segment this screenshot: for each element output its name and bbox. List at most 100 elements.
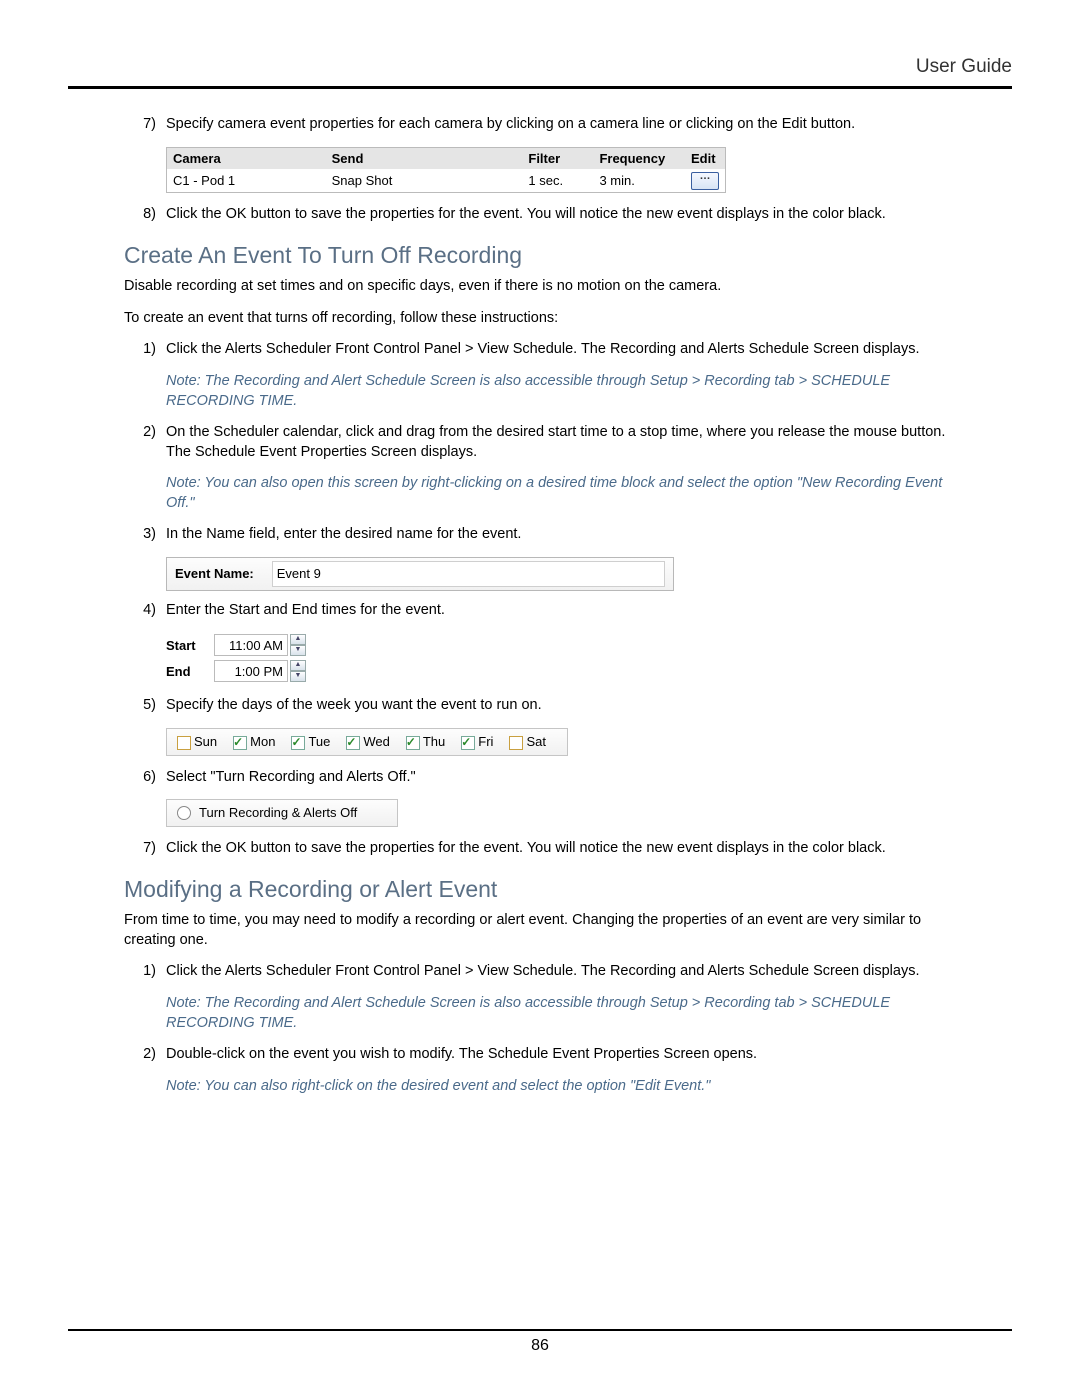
step-number: 1) [124,340,166,360]
camera-table: Camera Send Filter Frequency Edit C1 - P… [166,147,726,193]
cell-filter: 1 sec. [522,169,593,192]
day-label: Tue [308,734,330,749]
checkbox-icon[interactable] [177,736,191,750]
event-name-label: Event Name: [175,565,254,583]
s1-step-4: 4) Enter the Start and End times for the… [124,601,956,621]
step-8: 8) Click the OK button to save the prope… [124,205,956,225]
cell-send: Snap Shot [326,169,523,192]
day-mon[interactable]: Mon [233,733,275,751]
step-7: 7) Specify camera event properties for e… [124,115,956,135]
step-text: Click the OK button to save the properti… [166,205,956,225]
step-text: Click the Alerts Scheduler Front Control… [166,962,956,982]
cell-camera: C1 - Pod 1 [167,169,326,192]
col-send: Send [326,147,523,169]
day-tue[interactable]: Tue [291,733,330,751]
s1-step-3: 3) In the Name field, enter the desired … [124,525,956,545]
page: User Guide 7) Specify camera event prope… [0,0,1080,1397]
end-label: End [166,663,214,681]
header-title: User Guide [68,56,1012,89]
day-label: Sat [526,734,546,749]
col-filter: Filter [522,147,593,169]
step-text: Specify the days of the week you want th… [166,696,956,716]
col-frequency: Frequency [593,147,685,169]
step-text: Click the OK button to save the properti… [166,839,956,859]
table-row[interactable]: C1 - Pod 1 Snap Shot 1 sec. 3 min. [167,169,726,192]
s2-step-1: 1) Click the Alerts Scheduler Front Cont… [124,962,956,982]
step-text: In the Name field, enter the desired nam… [166,525,956,545]
cell-frequency: 3 min. [593,169,685,192]
section1-p1: Disable recording at set times and on sp… [124,277,956,297]
event-name-input[interactable] [272,561,665,587]
content: 7) Specify camera event properties for e… [68,115,1012,1096]
col-edit: Edit [685,147,726,169]
radio-option[interactable]: Turn Recording & Alerts Off [166,799,398,827]
start-spinner[interactable]: ▲▼ [290,634,306,656]
day-wed[interactable]: Wed [346,733,390,751]
section2-p1: From time to time, you may need to modif… [124,911,956,950]
s1-step-6: 6) Select "Turn Recording and Alerts Off… [124,768,956,788]
page-footer: 86 [68,1329,1012,1355]
step-text: Specify camera event properties for each… [166,115,956,135]
end-spinner[interactable]: ▲▼ [290,660,306,682]
checkbox-icon[interactable] [291,736,305,750]
day-label: Sun [194,734,217,749]
step-text: On the Scheduler calendar, click and dra… [166,423,956,462]
checkbox-icon[interactable] [461,736,475,750]
step-number: 7) [124,115,166,135]
day-label: Fri [478,734,493,749]
end-time-input[interactable]: 1:00 PM [214,660,288,682]
day-fri[interactable]: Fri [461,733,493,751]
step-number: 2) [124,1045,166,1065]
step-number: 7) [124,839,166,859]
s1-step-7: 7) Click the OK button to save the prope… [124,839,956,859]
day-sat[interactable]: Sat [509,733,546,751]
chevron-up-icon[interactable]: ▲ [290,634,306,645]
step-number: 5) [124,696,166,716]
day-label: Mon [250,734,275,749]
radio-label: Turn Recording & Alerts Off [199,804,357,822]
event-name-field: Event Name: [166,557,674,591]
section-heading: Create An Event To Turn Off Recording [124,240,956,271]
step-number: 6) [124,768,166,788]
note: Note: The Recording and Alert Schedule S… [124,372,956,411]
day-sun[interactable]: Sun [177,733,217,751]
chevron-up-icon[interactable]: ▲ [290,660,306,671]
note: Note: You can also open this screen by r… [124,474,956,513]
step-number: 8) [124,205,166,225]
page-number: 86 [531,1337,549,1354]
section-heading: Modifying a Recording or Alert Event [124,874,956,905]
step-text: Enter the Start and End times for the ev… [166,601,956,621]
days-row: Sun Mon Tue Wed Thu Fri Sat [166,728,568,756]
chevron-down-icon[interactable]: ▼ [290,645,306,656]
radio-icon[interactable] [177,806,191,820]
end-time-row: End 1:00 PM ▲▼ [166,658,956,684]
checkbox-icon[interactable] [509,736,523,750]
s1-step-5: 5) Specify the days of the week you want… [124,696,956,716]
note: Note: You can also right-click on the de… [124,1077,956,1097]
step-text: Double-click on the event you wish to mo… [166,1045,956,1065]
checkbox-icon[interactable] [346,736,360,750]
start-time-input[interactable]: 11:00 AM [214,634,288,656]
day-label: Wed [363,734,390,749]
step-number: 2) [124,423,166,462]
cell-edit [685,169,726,192]
start-time-row: Start 11:00 AM ▲▼ [166,632,956,658]
checkbox-icon[interactable] [406,736,420,750]
step-number: 1) [124,962,166,982]
start-label: Start [166,637,214,655]
day-label: Thu [423,734,445,749]
edit-button[interactable] [691,172,719,190]
s2-step-2: 2) Double-click on the event you wish to… [124,1045,956,1065]
s1-step-2: 2) On the Scheduler calendar, click and … [124,423,956,462]
step-number: 3) [124,525,166,545]
chevron-down-icon[interactable]: ▼ [290,671,306,682]
section1-p2: To create an event that turns off record… [124,309,956,329]
s1-step-1: 1) Click the Alerts Scheduler Front Cont… [124,340,956,360]
step-number: 4) [124,601,166,621]
day-thu[interactable]: Thu [406,733,445,751]
time-block: Start 11:00 AM ▲▼ End 1:00 PM ▲▼ [166,632,956,684]
step-text: Click the Alerts Scheduler Front Control… [166,340,956,360]
note: Note: The Recording and Alert Schedule S… [124,994,956,1033]
table-header-row: Camera Send Filter Frequency Edit [167,147,726,169]
checkbox-icon[interactable] [233,736,247,750]
